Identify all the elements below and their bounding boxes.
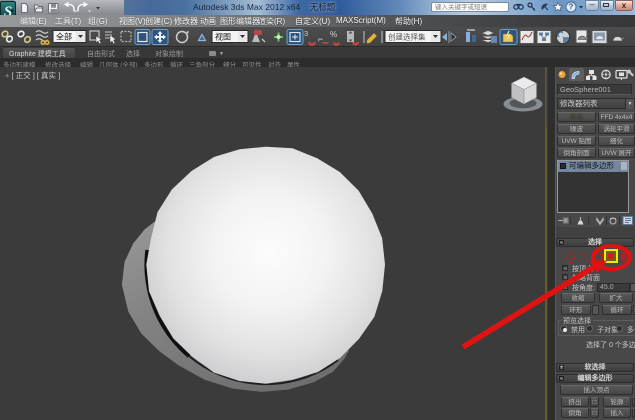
svg-text:?: ? [569,3,574,12]
svg-text:创建选择集: 创建选择集 [388,32,426,42]
svg-text:3: 3 [304,29,308,38]
svg-text:视图: 视图 [215,32,231,42]
svg-text:全部: 全部 [56,32,72,42]
svg-text:%: % [330,30,337,39]
